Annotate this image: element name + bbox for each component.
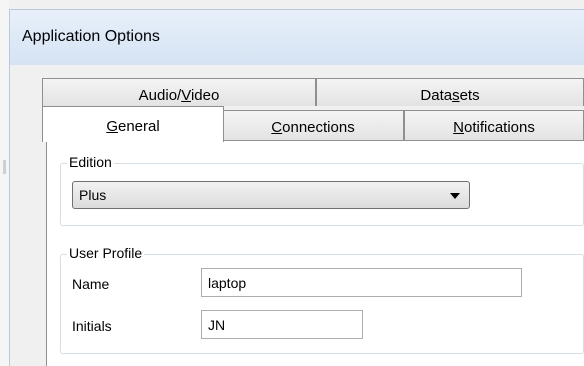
tab-datasets[interactable]: Datasets	[316, 78, 584, 106]
tab-audio-video-label: Audio/Video	[138, 87, 220, 104]
name-value: laptop	[208, 275, 247, 291]
tab-connections-label: Connections	[271, 119, 355, 136]
tab-general-label: General	[106, 118, 160, 135]
edge-mark	[3, 160, 6, 174]
user-profile-legend: User Profile	[67, 245, 145, 261]
name-field[interactable]: laptop	[201, 268, 522, 297]
edition-legend: Edition	[67, 154, 114, 170]
name-label: Name	[72, 276, 110, 292]
initials-value: JN	[208, 317, 226, 333]
tab-notifications-label: Notifications	[453, 119, 535, 136]
tab-notifications[interactable]: Notifications	[404, 110, 584, 141]
initials-field[interactable]: JN	[201, 310, 363, 339]
window-left-edge	[0, 0, 9, 366]
edition-selected-value: Plus	[79, 187, 107, 203]
window-title: Application Options	[22, 28, 160, 45]
tab-audio-video[interactable]: Audio/Video	[42, 78, 316, 106]
tab-general[interactable]: General	[42, 106, 224, 142]
chevron-down-icon	[450, 193, 460, 199]
tab-connections[interactable]: Connections	[222, 110, 404, 141]
initials-label: Initials	[72, 318, 112, 334]
edition-dropdown[interactable]: Plus	[72, 181, 470, 209]
tab-datasets-label: Datasets	[420, 87, 480, 104]
title-bar: Application Options	[9, 9, 584, 65]
